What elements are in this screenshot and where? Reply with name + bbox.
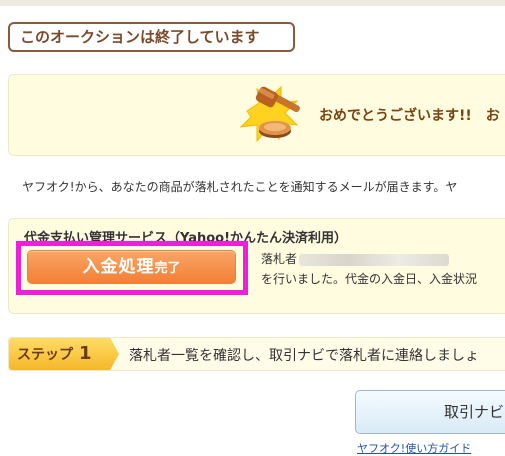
deposit-complete-button[interactable]: 入金処理完了	[27, 250, 236, 284]
step-instruction: 落札者一覧を確認し、取引ナビで落札者に連絡しましょ	[129, 348, 479, 364]
trade-navi-label: 取引ナビ	[444, 403, 505, 421]
step-number: 1	[79, 343, 92, 364]
congrats-message: おめでとうございます!! お	[319, 108, 500, 124]
gavel-icon	[239, 85, 300, 143]
congrats-panel: おめでとうございます!! お	[8, 74, 505, 156]
auction-closed-badge: このオークションは終了しています	[8, 22, 295, 52]
notification-text: ヤフオク!から、あなたの商品が落札されたことを通知するメールが届きます。ヤ	[22, 180, 458, 194]
usage-guide-link[interactable]: ヤフオク!使い方ガイド	[357, 440, 471, 456]
top-strip	[0, 0, 505, 6]
payment-service-panel: 代金支払い管理サービス（Yahoo!かんたん決済利用） 入金処理完了 落札者 を…	[8, 218, 505, 314]
deposit-button-status: 完了	[154, 261, 181, 276]
deposit-button-label: 入金処理	[82, 257, 155, 277]
step-tag: ステップ 1	[9, 338, 119, 370]
payment-description: 落札者 を行いました。代金の入金日、入金状況	[261, 249, 477, 289]
step-1-bar: ステップ 1 落札者一覧を確認し、取引ナビで落札者に連絡しましょ	[8, 337, 505, 371]
step-label: ステップ	[17, 347, 73, 363]
trade-navi-button[interactable]: 取引ナビ	[355, 390, 505, 434]
blurred-winner-name	[299, 253, 450, 266]
payment-desc-line2: を行いました。代金の入金日、入金状況	[261, 272, 478, 286]
payment-desc-line1: 落札者	[261, 252, 298, 266]
